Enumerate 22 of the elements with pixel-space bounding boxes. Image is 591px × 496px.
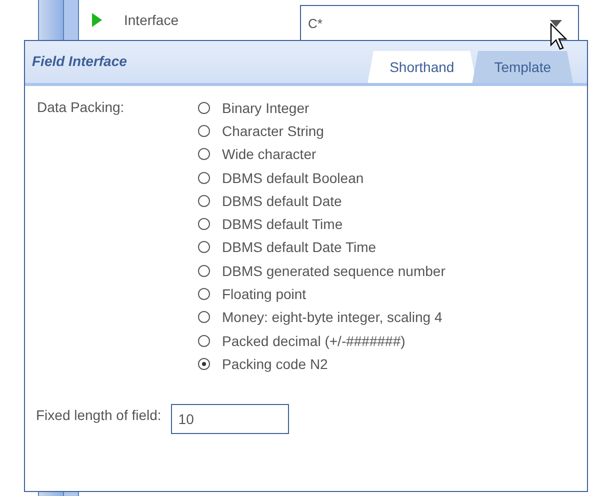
radio-option[interactable]: Packing code N2 (198, 352, 575, 376)
radio-option[interactable]: Binary Integer (198, 96, 575, 120)
radio-option[interactable]: DBMS default Boolean (198, 166, 575, 190)
radio-option[interactable]: Money: eight-byte integer, scaling 4 (198, 306, 575, 329)
row-label: Interface (124, 12, 180, 28)
radio-option[interactable]: Character String (198, 119, 575, 143)
length-label: Fixed length of field: (36, 406, 162, 425)
play-icon (92, 13, 102, 27)
length-input[interactable]: 10 (171, 404, 290, 434)
packing-label: Data Packing: (37, 98, 124, 117)
interface-combo[interactable]: C* (300, 5, 579, 40)
radio-option[interactable]: Floating point (198, 282, 575, 306)
radio-option[interactable]: DBMS generated sequence number (198, 259, 575, 282)
panel-title: Field Interface (32, 53, 127, 69)
radio-option[interactable]: DBMS default Date (198, 189, 575, 212)
radio-option[interactable]: Wide character (198, 142, 575, 166)
radio-option[interactable]: DBMS default Date Time (198, 236, 575, 260)
tab[interactable]: Template (472, 51, 573, 83)
tab[interactable]: Shorthand (368, 51, 476, 83)
radio-option[interactable]: Packed decimal (+/-#######) (198, 328, 575, 352)
radio-option[interactable]: DBMS default Time (198, 212, 575, 236)
dropdown-arrow-icon (550, 20, 562, 26)
